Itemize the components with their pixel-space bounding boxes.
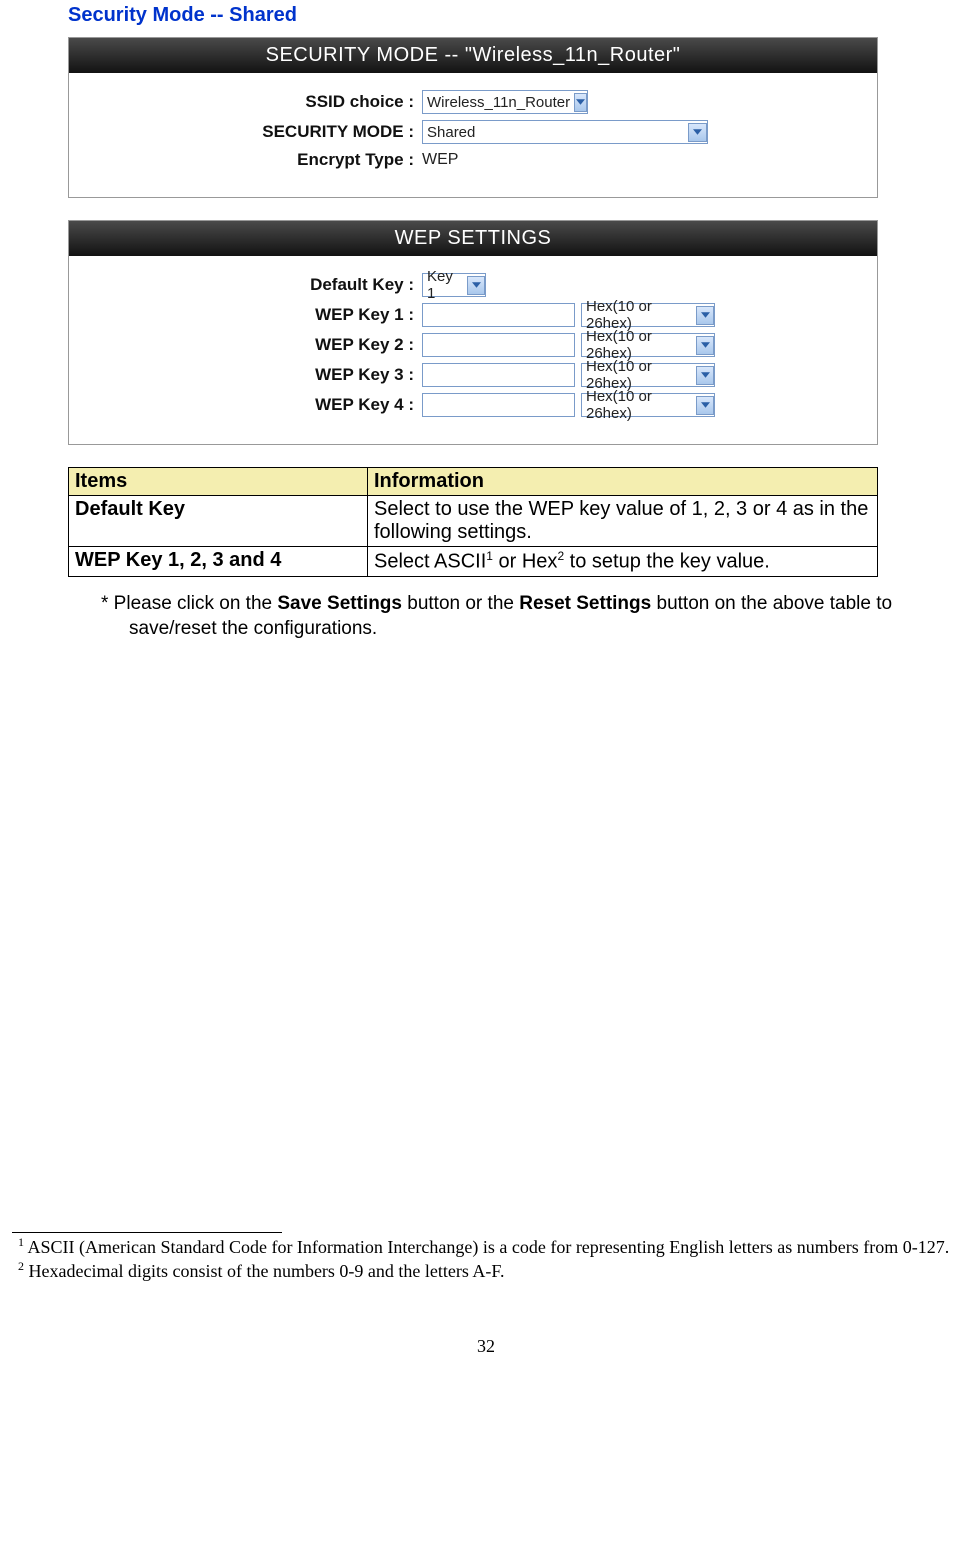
section-title: Security Mode -- Shared bbox=[68, 4, 966, 27]
wep-key-1-label: WEP Key 1 : bbox=[69, 305, 422, 325]
ssid-choice-select[interactable]: Wireless_11n_Router bbox=[422, 90, 588, 114]
chevron-down-icon bbox=[574, 93, 587, 112]
security-mode-header: SECURITY MODE -- "Wireless_11n_Router" bbox=[69, 38, 877, 73]
wep-settings-panel: WEP SETTINGS Default Key : Key 1 WEP Key… bbox=[68, 220, 878, 445]
wep-key-1-format-value: Hex(10 or 26hex) bbox=[586, 298, 692, 332]
security-mode-select[interactable]: Shared bbox=[422, 120, 708, 144]
wep-key-2-label: WEP Key 2 : bbox=[69, 335, 422, 355]
info-desc-default-key: Select to use the WEP key value of 1, 2,… bbox=[368, 496, 878, 547]
chevron-down-icon bbox=[696, 396, 714, 415]
table-row: Default Key Select to use the WEP key va… bbox=[69, 496, 878, 547]
wep-key-4-format-value: Hex(10 or 26hex) bbox=[586, 388, 692, 422]
security-mode-value: Shared bbox=[427, 124, 475, 141]
wep-key-3-format-select[interactable]: Hex(10 or 26hex) bbox=[581, 363, 715, 387]
ssid-choice-label: SSID choice : bbox=[69, 92, 422, 112]
encrypt-type-value: WEP bbox=[422, 151, 458, 169]
default-key-label: Default Key : bbox=[69, 275, 422, 295]
wep-key-3-label: WEP Key 3 : bbox=[69, 365, 422, 385]
save-reset-note: * Please click on the Save Settings butt… bbox=[101, 591, 904, 642]
table-row: WEP Key 1, 2, 3 and 4 Select ASCII1 or H… bbox=[69, 547, 878, 577]
wep-key-4-format-select[interactable]: Hex(10 or 26hex) bbox=[581, 393, 715, 417]
wep-key-3-format-value: Hex(10 or 26hex) bbox=[586, 358, 692, 392]
info-desc-wep-keys: Select ASCII1 or Hex2 to setup the key v… bbox=[368, 547, 878, 577]
wep-key-1-format-select[interactable]: Hex(10 or 26hex) bbox=[581, 303, 715, 327]
info-item-default-key: Default Key bbox=[69, 496, 368, 547]
info-table: Items Information Default Key Select to … bbox=[68, 467, 878, 577]
default-key-select[interactable]: Key 1 bbox=[422, 273, 486, 297]
chevron-down-icon bbox=[696, 336, 714, 355]
security-mode-panel: SECURITY MODE -- "Wireless_11n_Router" S… bbox=[68, 37, 878, 198]
page-number: 32 bbox=[6, 1336, 966, 1377]
default-key-value: Key 1 bbox=[427, 268, 463, 302]
footnote-separator bbox=[12, 1232, 282, 1233]
info-table-header-info: Information bbox=[368, 468, 878, 496]
wep-key-2-input[interactable] bbox=[422, 333, 575, 357]
chevron-down-icon bbox=[696, 366, 714, 385]
chevron-down-icon bbox=[688, 123, 707, 142]
footnote-1: 1 ASCII (American Standard Code for Info… bbox=[12, 1235, 960, 1259]
info-table-header-items: Items bbox=[69, 468, 368, 496]
security-mode-label: SECURITY MODE : bbox=[69, 122, 422, 142]
wep-key-1-input[interactable] bbox=[422, 303, 575, 327]
encrypt-type-label: Encrypt Type : bbox=[69, 150, 422, 170]
wep-settings-header: WEP SETTINGS bbox=[69, 221, 877, 256]
info-item-wep-keys: WEP Key 1, 2, 3 and 4 bbox=[69, 547, 368, 577]
chevron-down-icon bbox=[696, 306, 714, 325]
wep-key-2-format-value: Hex(10 or 26hex) bbox=[586, 328, 692, 362]
chevron-down-icon bbox=[467, 276, 485, 295]
wep-key-4-label: WEP Key 4 : bbox=[69, 395, 422, 415]
wep-key-4-input[interactable] bbox=[422, 393, 575, 417]
wep-key-3-input[interactable] bbox=[422, 363, 575, 387]
ssid-choice-value: Wireless_11n_Router bbox=[427, 94, 570, 111]
footnote-2: 2 Hexadecimal digits consist of the numb… bbox=[12, 1259, 960, 1283]
wep-key-2-format-select[interactable]: Hex(10 or 26hex) bbox=[581, 333, 715, 357]
